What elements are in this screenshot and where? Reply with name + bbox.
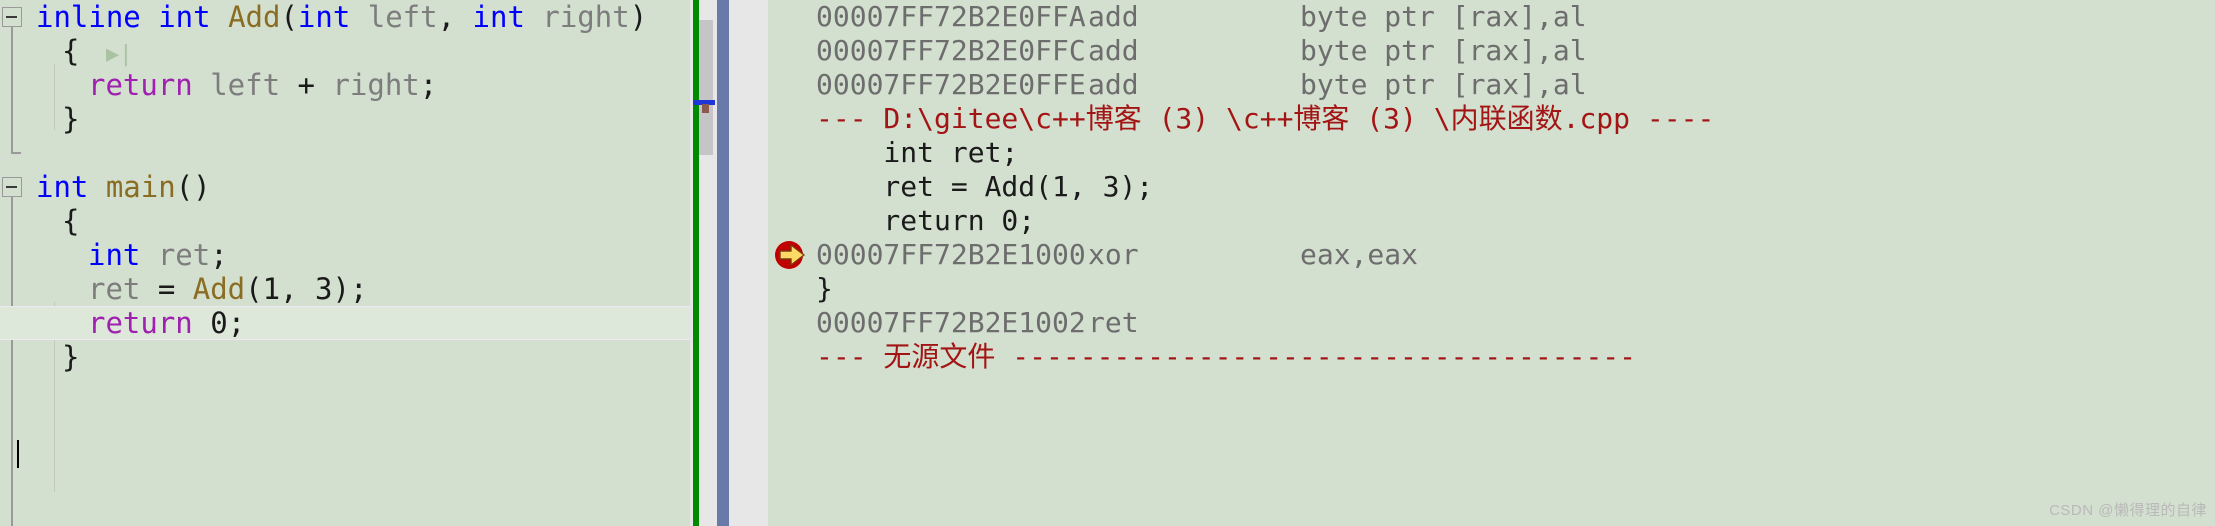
instruction-operands: eax,eax (1300, 238, 1419, 271)
instruction-mnemonic: add (1088, 68, 1139, 101)
code-token: + (297, 68, 333, 102)
code-token: ; (419, 68, 438, 102)
code-token: 3 (315, 272, 333, 306)
code-token: ( (280, 0, 298, 34)
disassembly-left-gutter (729, 0, 768, 526)
code-token: right (542, 0, 630, 34)
code-token: 0 (210, 306, 228, 340)
disassembly-instruction-row[interactable]: 00007FF72B2E0FFAadd byte ptr [rax],al (816, 0, 2215, 34)
code-token: ret (88, 272, 158, 306)
code-token: Add (192, 272, 246, 306)
code-line[interactable]: return left + right; (0, 68, 690, 102)
vertical-scrollbar-thumb[interactable] (699, 20, 713, 155)
instruction-address: 00007FF72B2E0FFE (816, 68, 1086, 101)
source-line-text: } (816, 272, 833, 305)
code-token: int (472, 0, 543, 34)
instruction-operands: byte ptr [rax],al (1300, 68, 1587, 101)
code-line[interactable]: { ▶| (0, 34, 690, 68)
code-token: int (297, 0, 368, 34)
code-token: ) (629, 0, 648, 34)
code-token: int (158, 0, 229, 34)
disassembly-instruction-row[interactable]: 00007FF72B2E1000xor eax,eax (775, 238, 2215, 272)
code-token: int (36, 170, 106, 204)
code-line[interactable]: ret = Add(1, 3); (0, 272, 690, 306)
csdn-watermark: CSDN @懒得理的自律 (2049, 502, 2207, 519)
disassembly-instruction-row[interactable]: 00007FF72B2E0FFEadd byte ptr [rax],al (816, 68, 2215, 102)
code-line[interactable]: int ret; (0, 238, 690, 272)
code-token: ; (210, 238, 228, 272)
instruction-mnemonic: add (1088, 0, 1139, 33)
code-line[interactable]: int main() (0, 170, 690, 204)
disassembly-instruction-row[interactable]: 00007FF72B2E1002ret (816, 306, 2215, 340)
code-line[interactable]: { (0, 204, 690, 238)
code-token: ret (157, 238, 211, 272)
instruction-mnemonic: add (1088, 34, 1139, 67)
code-token: return (88, 306, 211, 340)
disassembly-view[interactable]: 00007FF72B2E0FFAadd byte ptr [rax],al 0000… (768, 0, 2215, 526)
disassembly-source-line[interactable]: ret = Add(1, 3); (816, 170, 2215, 204)
scrollbar-change-dot (702, 104, 709, 113)
code-line[interactable]: return 0; (0, 306, 690, 340)
instruction-address: 00007FF72B2E1002 (816, 306, 1086, 339)
instruction-address: 00007FF72B2E1000 (816, 238, 1086, 271)
source-file-banner-text: --- D:\gitee\c++博客 (3) \c++博客 (3) \内联函数.… (816, 102, 1715, 135)
disassembly-source-file-banner[interactable]: --- D:\gitee\c++博客 (3) \c++博客 (3) \内联函数.… (816, 102, 2215, 136)
code-token: right (332, 68, 420, 102)
source-code-editor[interactable]: inline int Add(int left, int right){ ▶| r… (0, 0, 690, 526)
disassembly-instruction-row[interactable]: 00007FF72B2E0FFCadd byte ptr [rax],al (816, 34, 2215, 68)
instruction-address: 00007FF72B2E0FFA (816, 0, 1086, 33)
code-token: = (157, 272, 193, 306)
editor-splitter[interactable] (690, 0, 768, 526)
code-token: , (437, 0, 473, 34)
code-token: ); (332, 272, 368, 306)
code-line-list: inline int Add(int left, int right){ ▶| r… (0, 0, 690, 374)
code-token: 1 (262, 272, 281, 306)
code-token: Add (228, 0, 281, 34)
collapsed-region-play-icon[interactable]: ▶| (79, 42, 133, 67)
instruction-mnemonic: ret (1088, 306, 1139, 339)
disassembly-source-line[interactable]: int ret; (816, 136, 2215, 170)
source-line-text: int ret; (816, 136, 1019, 169)
instruction-operands: byte ptr [rax],al (1300, 34, 1587, 67)
disassembly-line-list: 00007FF72B2E0FFAadd byte ptr [rax],al 0000… (768, 0, 2215, 374)
code-token: } (62, 102, 80, 136)
source-line-text: ret = Add(1, 3); (816, 170, 1154, 203)
source-file-banner-text: --- 无源文件 -------------------------------… (816, 340, 1637, 373)
text-caret (17, 440, 19, 468)
code-token: () (175, 170, 211, 204)
code-token: ; (227, 306, 246, 340)
disassembly-source-file-banner[interactable]: --- 无源文件 -------------------------------… (816, 340, 2215, 374)
code-line[interactable]: } (0, 102, 690, 136)
code-line[interactable]: } (0, 340, 690, 374)
code-token: left (210, 68, 298, 102)
instruction-mnemonic: xor (1088, 238, 1139, 271)
code-token: { (62, 204, 80, 238)
instruction-address: 00007FF72B2E0FFC (816, 34, 1086, 67)
source-line-text: return 0; (816, 204, 1036, 237)
code-token: ( (245, 272, 263, 306)
code-token: , (280, 272, 316, 306)
code-token: int (88, 238, 158, 272)
current-statement-arrow-icon[interactable] (774, 240, 808, 270)
code-line[interactable] (0, 136, 690, 170)
code-line[interactable]: inline int Add(int left, int right) (0, 0, 690, 34)
vs-debugger-window: inline int Add(int left, int right){ ▶| r… (0, 0, 2215, 526)
code-token: left (367, 0, 438, 34)
instruction-operands: byte ptr [rax],al (1300, 0, 1587, 33)
code-token: inline (36, 0, 159, 34)
splitter-handle[interactable] (717, 0, 729, 526)
code-token: } (62, 340, 80, 374)
code-token: return (88, 68, 211, 102)
disassembly-source-line[interactable]: return 0; (816, 204, 2215, 238)
code-token: main (105, 170, 176, 204)
disassembly-source-line[interactable]: } (816, 272, 2215, 306)
code-token: { (62, 34, 80, 68)
